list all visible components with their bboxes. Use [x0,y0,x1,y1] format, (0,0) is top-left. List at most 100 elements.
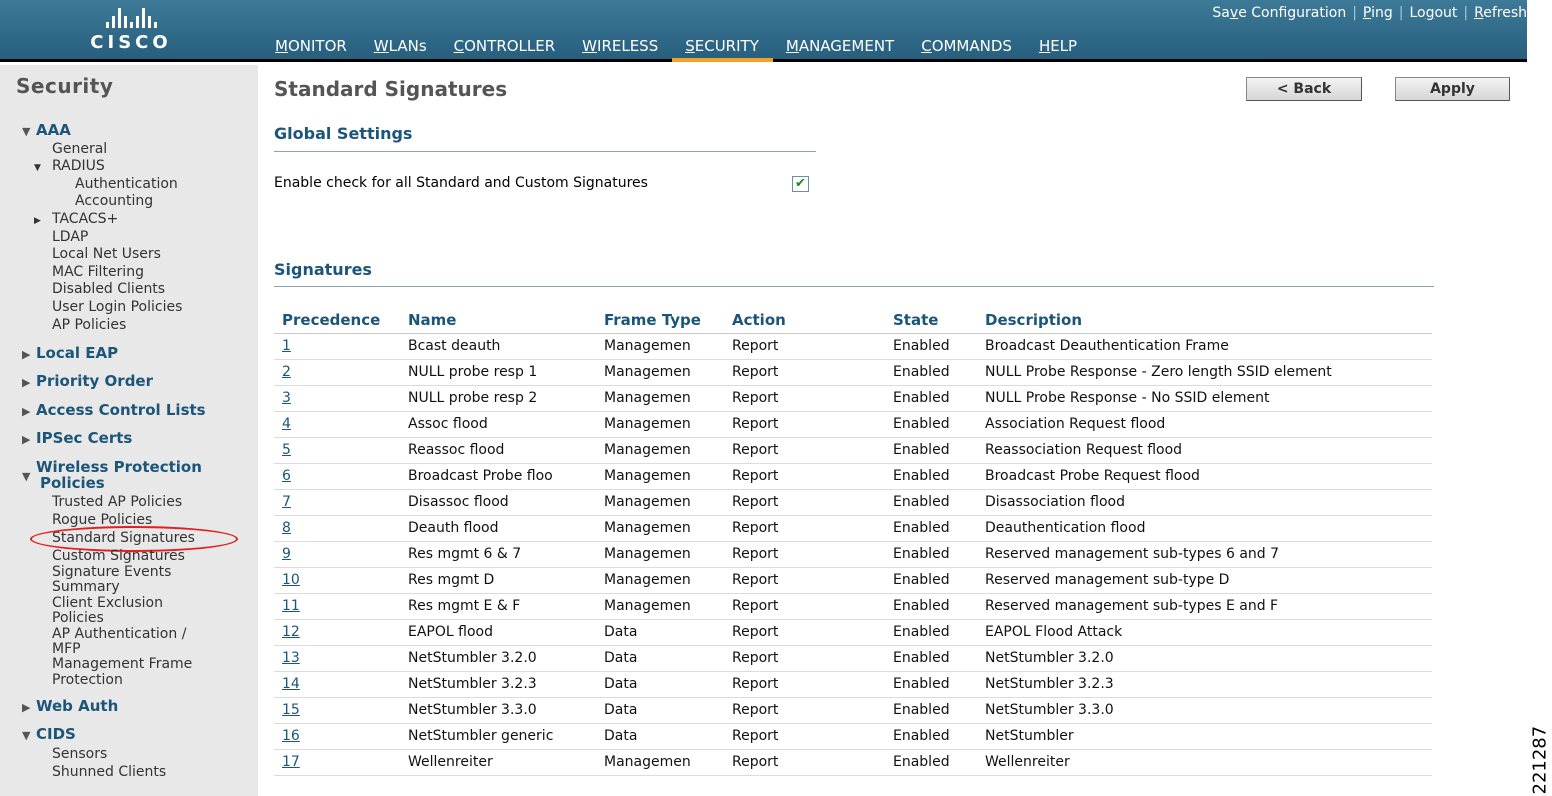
precedence-link[interactable]: 12 [274,619,400,646]
sidebar-section-wireless-protection-line2[interactable]: Policies [40,474,105,492]
precedence-link[interactable]: 4 [274,411,400,438]
link-separator: | [1463,5,1469,21]
precedence-link[interactable]: 16 [274,723,400,750]
enable-check-label: Enable check for all Standard and Custom… [274,175,648,191]
top-link-refresh[interactable]: Refresh [1474,5,1527,21]
triangle-right-icon: ▶ [22,433,31,446]
table-row: 11 Res mgmt E & F Managemen Report Enabled Re… [274,593,1432,620]
sidebar-item-ap-authentication-line2[interactable]: MFP [52,641,81,657]
precedence-link[interactable]: 7 [274,489,400,516]
top-links: Save Configuration | Ping | Logout | Refresh [1212,5,1527,21]
table-row: 3 NULL probe resp 2 Managemen Report Enabled… [274,385,1432,412]
sidebar-item-sensors[interactable]: Sensors [52,746,107,762]
column-header-precedence[interactable]: Precedence [274,307,400,334]
column-header-state[interactable]: State [885,307,977,334]
sidebar-section-local-eap[interactable]: ▶ Local EAP [22,344,118,362]
nav-wireless[interactable]: WIRELESS [569,0,672,62]
apply-button[interactable]: Apply [1395,77,1510,101]
precedence-link[interactable]: 13 [274,645,400,672]
frame-type-cell: Managemen [596,541,724,568]
sidebar-item-user-login-policies[interactable]: User Login Policies [52,299,182,315]
sidebar-item-management-frame[interactable]: Management Frame [52,656,192,672]
sidebar-section-cids[interactable]: ▼ CIDS [22,725,76,743]
frame-type-cell: Data [596,671,724,698]
description-cell: Association Request flood [977,411,1432,438]
sidebar-section-web-auth[interactable]: ▶ Web Auth [22,697,118,715]
precedence-link[interactable]: 15 [274,697,400,724]
table-row: 4 Assoc flood Managemen Report Enabled Associ… [274,411,1432,438]
sidebar-item-ap-policies[interactable]: AP Policies [52,317,126,333]
sidebar-item-client-exclusion[interactable]: Client Exclusion [52,595,163,611]
sidebar-item-accounting[interactable]: Accounting [75,193,153,209]
sidebar-item-signature-events[interactable]: Signature Events [52,564,171,580]
sidebar-item-management-frame-line2[interactable]: Protection [52,672,123,688]
sidebar-section-acl[interactable]: ▶ Access Control Lists [22,401,206,419]
nav-controller[interactable]: CONTROLLER [441,0,570,62]
description-cell: NetStumbler [977,723,1432,750]
precedence-link[interactable]: 3 [274,385,400,412]
precedence-link[interactable]: 6 [274,463,400,490]
state-cell: Enabled [885,749,977,776]
precedence-link[interactable]: 9 [274,541,400,568]
sidebar-item-trusted-ap-policies[interactable]: Trusted AP Policies [52,494,182,510]
state-cell: Enabled [885,697,977,724]
precedence-link[interactable]: 5 [274,437,400,464]
column-header-description[interactable]: Description [977,307,1432,334]
precedence-link[interactable]: 10 [274,567,400,594]
description-cell: Broadcast Probe Request flood [977,463,1432,490]
action-cell: Report [724,359,885,386]
column-header-action[interactable]: Action [724,307,885,334]
precedence-link[interactable]: 1 [274,333,400,360]
table-row: 12 EAPOL flood Data Report Enabled EAPOL Floo… [274,619,1432,646]
description-cell: Broadcast Deauthentication Frame [977,333,1432,360]
top-link-ping[interactable]: Ping [1363,5,1393,21]
nav-monitor[interactable]: MONITOR [262,0,361,62]
nav-wlans[interactable]: WLANs [361,0,441,62]
sidebar-section-priority-order[interactable]: ▶ Priority Order [22,372,153,390]
sidebar-item-radius[interactable]: ▼ RADIUS [34,158,105,174]
sidebar-item-ldap[interactable]: LDAP [52,229,88,245]
sidebar-item-signature-events-line2[interactable]: Summary [52,579,120,595]
nav-management[interactable]: MANAGEMENT [773,0,908,62]
precedence-link[interactable]: 17 [274,749,400,776]
precedence-link[interactable]: 8 [274,515,400,542]
enable-check-checkbox[interactable]: ✔ [792,176,809,192]
back-button[interactable]: < Back [1246,77,1362,101]
table-row: 9 Res mgmt 6 & 7 Managemen Report Enabled Res… [274,541,1432,568]
sidebar-item-shunned-clients[interactable]: Shunned Clients [52,764,166,780]
sidebar-item-client-exclusion-line2[interactable]: Policies [52,610,104,626]
triangle-right-icon: ▶ [22,405,31,418]
table-row: 16 NetStumbler generic Data Report Enabled Ne… [274,723,1432,750]
triangle-down-icon: ▼ [22,470,31,483]
sidebar-item-authentication[interactable]: Authentication [75,176,178,192]
frame-type-cell: Data [596,619,724,646]
table-row: 1 Bcast deauth Managemen Report Enabled Broad… [274,333,1432,360]
top-link-logout[interactable]: Logout [1409,5,1457,21]
nav-commands[interactable]: COMMANDS [908,0,1026,62]
frame-type-cell: Data [596,697,724,724]
precedence-link[interactable]: 14 [274,671,400,698]
sidebar-item-tacacs[interactable]: ▶ TACACS+ [34,211,118,227]
precedence-link[interactable]: 2 [274,359,400,386]
sidebar-item-ap-authentication[interactable]: AP Authentication / [52,626,186,642]
nav-help[interactable]: HELP [1026,0,1091,62]
sidebar-item-mac-filtering[interactable]: MAC Filtering [52,264,144,280]
column-header-name[interactable]: Name [400,307,596,334]
description-cell: Reserved management sub-types E and F [977,593,1432,620]
precedence-link[interactable]: 11 [274,593,400,620]
state-cell: Enabled [885,645,977,672]
link-separator: | [1398,5,1404,21]
sidebar-item-custom-signatures[interactable]: Custom Signatures [52,548,185,564]
column-header-frame-type[interactable]: Frame Type [596,307,724,334]
sidebar-section-aaa[interactable]: ▼ AAA [22,121,71,139]
cisco-logo: CISCO [78,6,184,56]
sidebar-item-disabled-clients[interactable]: Disabled Clients [52,281,165,297]
top-link-save-configuration[interactable]: Save Configuration [1212,5,1346,21]
frame-type-cell: Managemen [596,749,724,776]
sidebar-item-general[interactable]: General [52,141,107,157]
sidebar-item-local-net-users[interactable]: Local Net Users [52,246,161,262]
nav-security[interactable]: SECURITY [672,0,773,62]
description-cell: Wellenreiter [977,749,1432,776]
sidebar-section-ipsec[interactable]: ▶ IPSec Certs [22,429,132,447]
state-cell: Enabled [885,515,977,542]
